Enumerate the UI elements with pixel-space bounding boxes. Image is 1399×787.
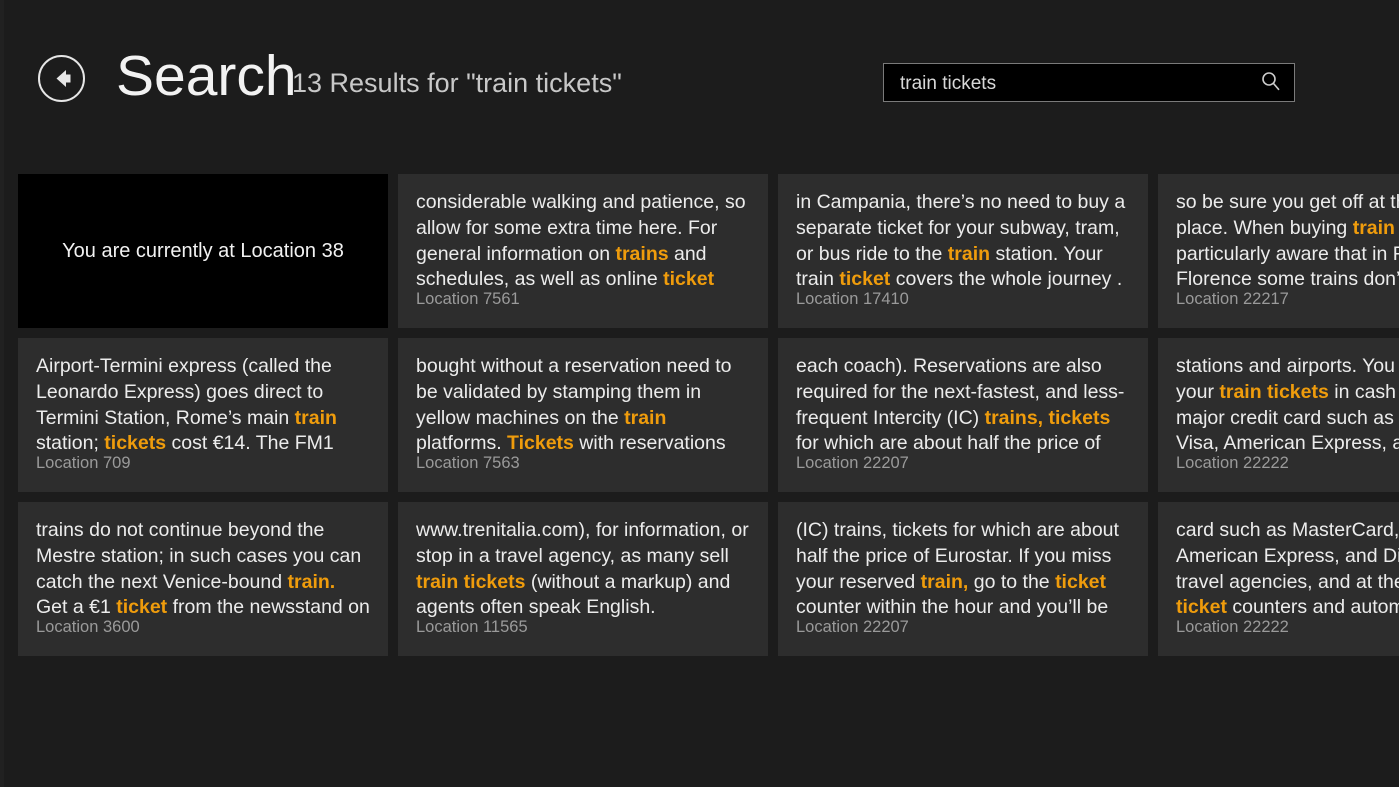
result-tile[interactable]: bought without a reservation need to be …: [398, 338, 768, 492]
search-submit-button[interactable]: [1254, 64, 1288, 101]
highlighted-term: train tickets: [416, 571, 525, 593]
snippet-text: bought without a reservation need to be …: [416, 355, 737, 429]
result-location-label: Location 22217: [1176, 289, 1289, 309]
result-tile[interactable]: www.trenitalia.com), for information, or…: [398, 502, 768, 656]
highlighted-term: ticket: [1176, 596, 1227, 618]
back-arrow-icon: [40, 57, 83, 100]
result-location-label: Location 17410: [796, 289, 909, 309]
result-location-label: Location 22222: [1176, 453, 1289, 473]
result-snippet: in Campania, there’s no need to buy a se…: [796, 190, 1130, 293]
page-header: Search 13 Results for "train tickets": [0, 0, 1399, 160]
result-location-label: Location 22207: [796, 617, 909, 637]
highlighted-term: ticket: [663, 268, 714, 290]
snippet-text: www.trenitalia.com), for information, or…: [416, 519, 750, 567]
search-box[interactable]: [883, 63, 1295, 102]
highlighted-term: ticket: [116, 596, 167, 618]
snippet-text: Airport-Termini express (called the Leon…: [36, 355, 337, 429]
result-snippet: www.trenitalia.com), for information, or…: [416, 518, 750, 621]
highlighted-term: tickets: [104, 432, 166, 454]
back-button[interactable]: [38, 55, 85, 102]
result-snippet: so be sure you get off at the right plac…: [1176, 190, 1399, 293]
current-location-text: You are currently at Location 38: [62, 240, 344, 263]
highlighted-term: Tickets: [507, 432, 574, 454]
result-tile[interactable]: card such as MasterCard, Visa, American …: [1158, 502, 1399, 656]
highlighted-term: train tickets: [1353, 217, 1399, 239]
result-tile[interactable]: in Campania, there’s no need to buy a se…: [778, 174, 1148, 328]
result-location-label: Location 22207: [796, 453, 909, 473]
snippet-text: covers the whole journey .: [890, 268, 1122, 290]
result-tile[interactable]: so be sure you get off at the right plac…: [1158, 174, 1399, 328]
snippet-text: card such as MasterCard, Visa, American …: [1176, 519, 1399, 593]
snippet-text: counters and automated: [1227, 596, 1399, 618]
result-location-label: Location 7563: [416, 453, 520, 473]
result-snippet: each coach). Reservations are also requi…: [796, 354, 1130, 457]
page-title: Search: [116, 48, 297, 105]
highlighted-term: train: [948, 243, 990, 265]
result-location-label: Location 709: [36, 453, 131, 473]
results-grid: You are currently at Location 38 consider…: [18, 174, 1399, 656]
result-location-label: Location 7561: [416, 289, 520, 309]
result-snippet: (IC) trains, tickets for which are about…: [796, 518, 1130, 621]
search-icon: [1260, 70, 1282, 95]
result-tile[interactable]: Airport-Termini express (called the Leon…: [18, 338, 388, 492]
current-location-tile[interactable]: You are currently at Location 38: [18, 174, 388, 328]
result-location-label: Location 3600: [36, 617, 140, 637]
result-snippet: considerable walking and patience, so al…: [416, 190, 750, 293]
result-tile[interactable]: each coach). Reservations are also requi…: [778, 338, 1148, 492]
result-tile[interactable]: trains do not continue beyond the Mestre…: [18, 502, 388, 656]
highlighted-term: train,: [921, 571, 969, 593]
search-results-app: Search 13 Results for "train tickets" Yo…: [0, 0, 1399, 787]
result-tile[interactable]: considerable walking and patience, so al…: [398, 174, 768, 328]
highlighted-term: train tickets: [1219, 381, 1328, 403]
result-tile[interactable]: (IC) trains, tickets for which are about…: [778, 502, 1148, 656]
result-snippet: bought without a reservation need to be …: [416, 354, 750, 458]
snippet-text: go to the: [968, 571, 1055, 593]
highlighted-term: train.: [288, 571, 336, 593]
result-snippet: stations and airports. You can buy your …: [1176, 354, 1399, 457]
result-snippet: card such as MasterCard, Visa, American …: [1176, 518, 1399, 621]
highlighted-term: ticket: [839, 268, 890, 290]
highlighted-term: train: [295, 407, 337, 429]
highlighted-term: train: [624, 407, 666, 429]
result-location-label: Location 11565: [416, 617, 528, 637]
result-snippet: Airport-Termini express (called the Leon…: [36, 354, 370, 458]
result-tile[interactable]: stations and airports. You can buy your …: [1158, 338, 1399, 492]
highlighted-term: ticket: [1055, 571, 1106, 593]
search-input[interactable]: [898, 64, 1242, 103]
result-snippet: trains do not continue beyond the Mestre…: [36, 518, 370, 622]
highlighted-term: trains: [615, 243, 668, 265]
results-summary: 13 Results for "train tickets": [292, 70, 622, 97]
result-location-label: Location 22222: [1176, 617, 1289, 637]
highlighted-term: trains, tickets: [985, 407, 1111, 429]
